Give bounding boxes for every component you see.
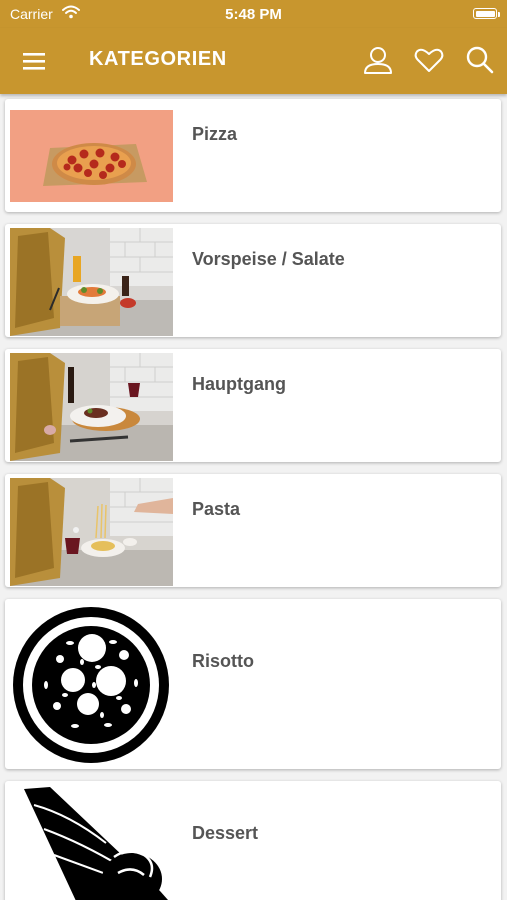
main-course-photo bbox=[10, 353, 173, 461]
category-list[interactable]: Pizza Vorspeise / Salate Hauptgang Pasta… bbox=[0, 94, 507, 900]
pasta-photo bbox=[10, 478, 173, 586]
category-label: Vorspeise / Salate bbox=[192, 249, 345, 269]
battery-icon bbox=[473, 8, 497, 19]
search-icon[interactable] bbox=[464, 44, 496, 76]
category-label: Risotto bbox=[192, 651, 254, 671]
app-bar: KATEGORIEN bbox=[0, 28, 507, 94]
category-card-pasta[interactable]: Pasta bbox=[5, 474, 501, 587]
category-card-risotto[interactable]: Risotto bbox=[5, 599, 501, 769]
status-bar: Carrier 5:48 PM bbox=[0, 0, 507, 28]
battery-tip bbox=[498, 12, 500, 17]
category-card-vorspeise-salate[interactable]: Vorspeise / Salate bbox=[5, 224, 501, 337]
risotto-icon bbox=[10, 605, 173, 765]
clock: 5:48 PM bbox=[225, 6, 282, 23]
category-label: Pasta bbox=[192, 499, 241, 519]
heart-icon[interactable] bbox=[413, 44, 445, 76]
pizza-photo bbox=[10, 110, 173, 202]
ice-cream-icon bbox=[10, 785, 173, 900]
user-icon[interactable] bbox=[362, 44, 394, 76]
starter-salad-photo bbox=[10, 228, 173, 336]
category-card-hauptgang[interactable]: Hauptgang bbox=[5, 349, 501, 462]
category-label: Hauptgang bbox=[192, 374, 286, 394]
hamburger-menu-icon[interactable] bbox=[22, 49, 48, 73]
category-card-dessert[interactable]: Dessert bbox=[5, 781, 501, 900]
category-label: Pizza bbox=[192, 124, 238, 144]
category-label: Dessert bbox=[192, 823, 259, 843]
page-title: KATEGORIEN bbox=[89, 48, 227, 70]
category-card-pizza[interactable]: Pizza bbox=[5, 99, 501, 212]
